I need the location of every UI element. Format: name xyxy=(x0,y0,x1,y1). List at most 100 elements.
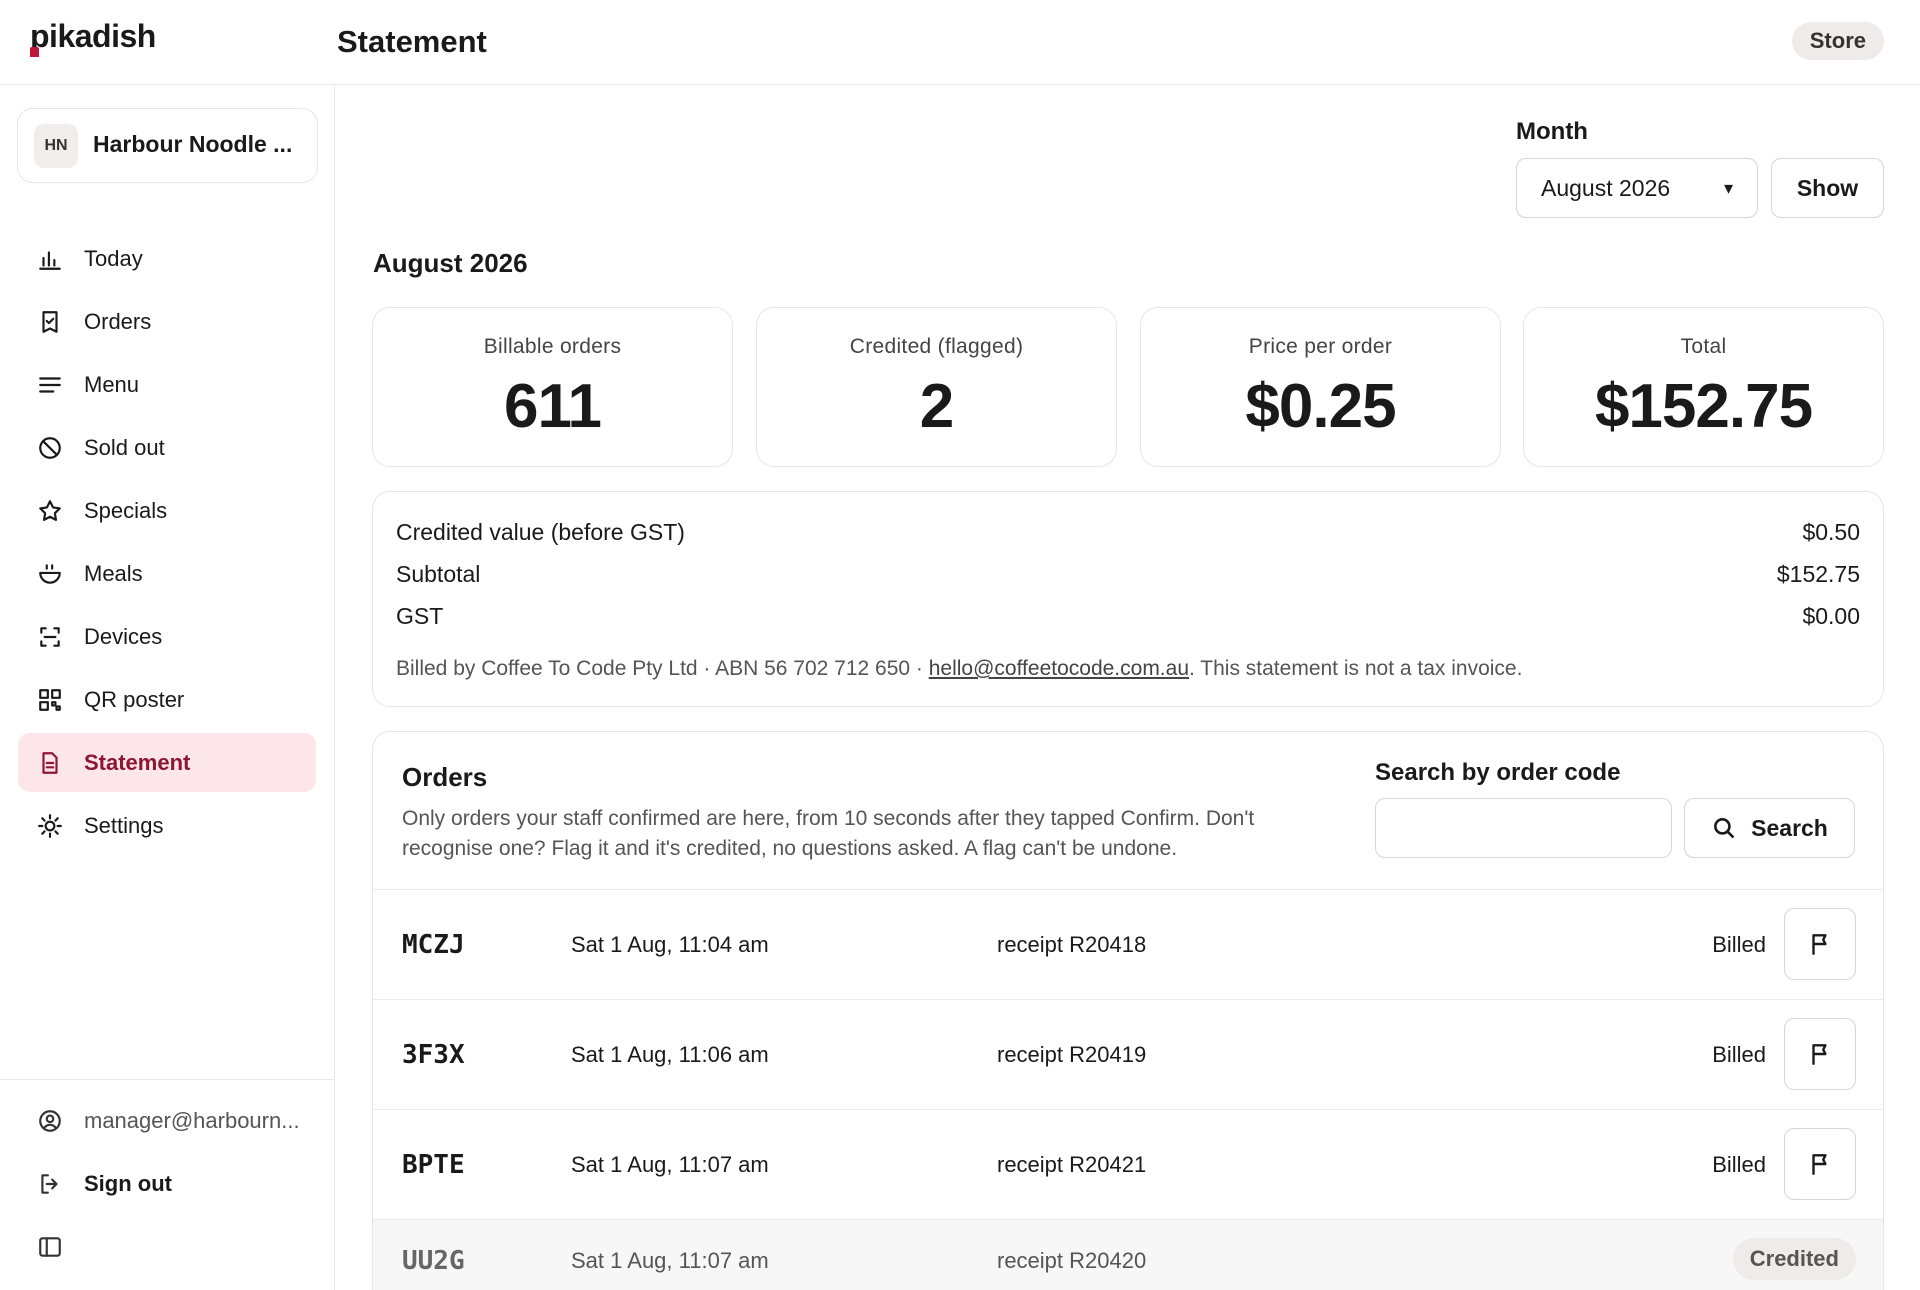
sidebar-item-label: Statement xyxy=(84,749,191,775)
search-button-label: Search xyxy=(1751,814,1828,841)
document-icon xyxy=(36,749,64,777)
search-button[interactable]: Search xyxy=(1684,798,1855,858)
receipt-check-icon xyxy=(36,308,64,336)
summary-row-credited-value: Credited value (before GST) $0.50 xyxy=(396,519,1860,546)
month-select-value: August 2026 xyxy=(1541,174,1671,201)
stat-value: 2 xyxy=(919,372,954,441)
flag-order-button[interactable] xyxy=(1784,1128,1856,1200)
order-time: Sat 1 Aug, 11:07 am xyxy=(571,1152,769,1177)
restaurant-avatar: HN xyxy=(34,124,78,168)
scan-frame-icon xyxy=(36,623,64,651)
stat-card-total: Total $152.75 xyxy=(1523,307,1884,467)
bar-chart-icon xyxy=(36,245,64,273)
sidebar-item-label: Orders xyxy=(84,308,152,334)
sidebar-toggle-icon xyxy=(36,1233,64,1261)
sidebar-item-label: Meals xyxy=(84,560,143,586)
summary-value: $0.50 xyxy=(1802,519,1860,545)
sidebar-item-label: Sold out xyxy=(84,434,165,460)
app-logo[interactable]: pikadish xyxy=(30,18,156,55)
ban-icon xyxy=(36,434,64,462)
table-row: 3F3X Sat 1 Aug, 11:06 am receipt R20419 … xyxy=(373,999,1883,1109)
summary-label: Credited value (before GST) xyxy=(396,519,685,545)
credited-badge: Credited xyxy=(1732,1238,1856,1280)
order-status: Billed xyxy=(1712,1152,1766,1177)
summary-label: Subtotal xyxy=(396,561,481,587)
sidebar-item-today[interactable]: Today xyxy=(18,229,316,288)
period-title: August 2026 xyxy=(373,248,528,278)
orders-title: Orders xyxy=(402,762,488,792)
stat-label: Total xyxy=(1680,335,1727,358)
order-code-search-input[interactable] xyxy=(1375,798,1672,858)
flag-icon xyxy=(1812,1154,1827,1175)
table-row: MCZJ Sat 1 Aug, 11:04 am receipt R20418 … xyxy=(373,889,1883,999)
table-row: UU2G Sat 1 Aug, 11:07 am receipt R20420 … xyxy=(373,1219,1883,1290)
sidebar-item-sold-out[interactable]: Sold out xyxy=(18,418,316,477)
user-circle-icon xyxy=(36,1107,64,1135)
bowl-icon xyxy=(36,560,64,588)
star-icon xyxy=(36,497,64,525)
sidebar-item-label: Menu xyxy=(84,371,140,397)
stat-value: $152.75 xyxy=(1594,372,1813,441)
sidebar-item-qr-poster[interactable]: QR poster xyxy=(18,670,316,729)
order-receipt: receipt R20419 xyxy=(997,1042,1147,1067)
flag-icon xyxy=(1812,1044,1827,1065)
summary-label: GST xyxy=(396,603,444,629)
sidebar-item-settings[interactable]: Settings xyxy=(18,796,316,855)
order-time: Sat 1 Aug, 11:04 am xyxy=(571,932,769,957)
sidebar-item-specials[interactable]: Specials xyxy=(18,481,316,540)
sidebar-item-devices[interactable]: Devices xyxy=(18,607,316,666)
sidebar-item-label: Settings xyxy=(84,812,164,838)
sidebar-item-label: Devices xyxy=(84,623,163,649)
billed-by-text: Billed by Coffee To Code Pty Ltd · ABN 5… xyxy=(396,657,929,680)
user-email: manager@harbourn... xyxy=(84,1108,300,1133)
chevron-down-icon: ▾ xyxy=(1723,177,1733,198)
stat-label: Credited (flagged) xyxy=(849,335,1024,358)
summary-row-subtotal: Subtotal $152.75 xyxy=(396,561,1860,588)
summary-value: $152.75 xyxy=(1776,561,1860,587)
show-button[interactable]: Show xyxy=(1771,158,1884,218)
flag-order-button[interactable] xyxy=(1784,908,1856,980)
stat-value: $0.25 xyxy=(1245,372,1396,441)
sign-out-icon xyxy=(36,1170,64,1198)
user-account[interactable]: manager@harbourn... xyxy=(36,1107,300,1135)
disclaimer-text: . This statement is not a tax invoice. xyxy=(1189,657,1523,680)
stat-label: Price per order xyxy=(1248,335,1393,358)
sidebar-item-statement[interactable]: Statement xyxy=(18,733,316,792)
billed-by-note: Billed by Coffee To Code Pty Ltd · ABN 5… xyxy=(396,657,1522,681)
top-bar: pikadish Statement Store xyxy=(0,0,1920,85)
month-label: Month xyxy=(1516,118,1588,145)
sign-out-label: Sign out xyxy=(84,1171,172,1196)
sidebar-item-meals[interactable]: Meals xyxy=(18,544,316,603)
stat-card-billable-orders: Billable orders 611 xyxy=(372,307,733,467)
restaurant-switcher[interactable]: HN Harbour Noodle ... xyxy=(17,108,318,183)
orders-card: Orders Only orders your staff confirmed … xyxy=(372,731,1884,1290)
order-receipt: receipt R20421 xyxy=(997,1152,1147,1177)
order-receipt: receipt R20418 xyxy=(997,932,1147,957)
logo-mark xyxy=(30,47,39,57)
month-select[interactable]: August 2026 ▾ xyxy=(1516,158,1758,218)
page-title: Statement xyxy=(337,24,487,59)
stat-value: 611 xyxy=(503,372,602,441)
search-label: Search by order code xyxy=(1375,759,1621,786)
order-code: MCZJ xyxy=(402,930,465,960)
sign-out-button[interactable]: Sign out xyxy=(36,1170,172,1198)
order-status: Billed xyxy=(1712,1042,1766,1067)
order-time: Sat 1 Aug, 11:06 am xyxy=(571,1042,769,1067)
order-status: Billed xyxy=(1712,932,1766,957)
search-icon xyxy=(1714,818,1735,838)
orders-description: Only orders your staff confirmed are her… xyxy=(402,807,1255,860)
sidebar-item-label: QR poster xyxy=(84,686,185,712)
contact-email-link[interactable]: hello@coffeetocode.com.au xyxy=(929,657,1189,680)
store-badge[interactable]: Store xyxy=(1791,22,1884,60)
collapse-sidebar-button[interactable] xyxy=(36,1233,84,1261)
restaurant-name: Harbour Noodle ... xyxy=(93,131,293,157)
sidebar: HN Harbour Noodle ... Today Orders Menu … xyxy=(0,85,335,1290)
sidebar-item-menu[interactable]: Menu xyxy=(18,355,316,414)
table-row: BPTE Sat 1 Aug, 11:07 am receipt R20421 … xyxy=(373,1109,1883,1219)
summary-value: $0.00 xyxy=(1802,603,1860,629)
sidebar-item-orders[interactable]: Orders xyxy=(18,292,316,351)
summary-row-gst: GST $0.00 xyxy=(396,603,1860,630)
stat-card-credited: Credited (flagged) 2 xyxy=(756,307,1117,467)
flag-order-button[interactable] xyxy=(1784,1018,1856,1090)
sidebar-item-label: Today xyxy=(84,245,143,271)
